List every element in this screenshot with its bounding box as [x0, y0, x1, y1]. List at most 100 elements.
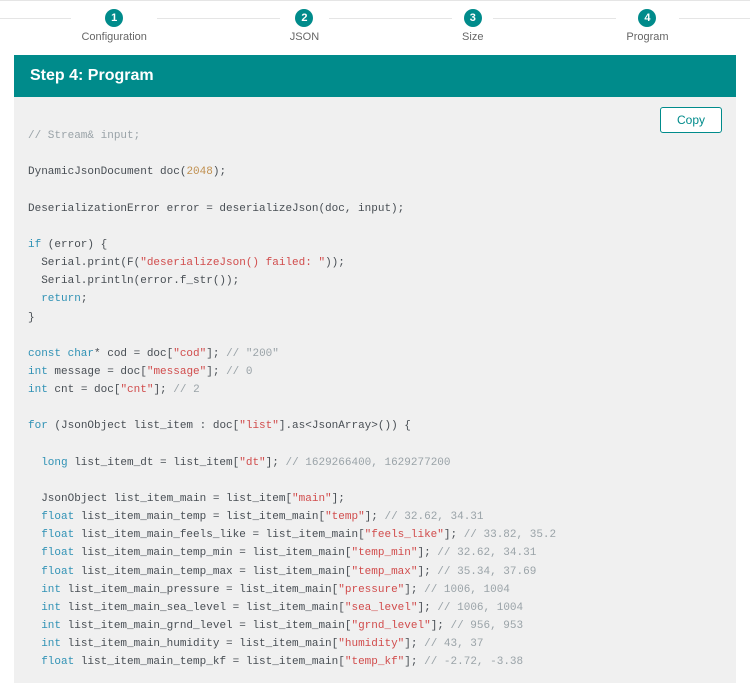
code-text: DynamicJsonDocument doc( [28, 166, 186, 178]
code-text: DeserializationError error = deserialize… [28, 203, 404, 215]
code-text: ]; [444, 529, 464, 541]
code-text: list_item_main_grnd_level = list_item_ma… [61, 620, 351, 632]
step-label: Program [626, 31, 668, 43]
panel-title: Step 4: Program [14, 55, 736, 97]
code-text: ]; [365, 511, 385, 523]
code-comment: // 43, 37 [424, 638, 483, 650]
code-string: "temp_min" [351, 547, 417, 559]
code-keyword: int [28, 602, 61, 614]
step-program[interactable]: 4 Program [616, 9, 678, 43]
code-comment: // 32.62, 34.31 [437, 547, 536, 559]
code-text: list_item_dt = list_item[ [68, 457, 240, 469]
code-string: "temp_max" [351, 566, 417, 578]
code-comment: // 33.82, 35.2 [464, 529, 556, 541]
code-text: ]; [417, 566, 437, 578]
code-text: )); [325, 257, 345, 269]
code-text: ]; [417, 547, 437, 559]
code-keyword: int [28, 620, 61, 632]
step-number: 2 [295, 9, 313, 27]
step-label: Size [462, 31, 483, 43]
code-text: ]; [404, 638, 424, 650]
code-string: "temp_kf" [345, 656, 404, 668]
code-keyword: long [28, 457, 68, 469]
code-text: ]; [404, 584, 424, 596]
code-string: "humidity" [338, 638, 404, 650]
code-keyword: float [28, 656, 74, 668]
code-text: (JsonObject list_item : doc[ [48, 420, 239, 432]
code-text: ]; [206, 366, 226, 378]
code-keyword: const char [28, 348, 94, 360]
step-size[interactable]: 3 Size [452, 9, 493, 43]
step-label: Configuration [81, 31, 146, 43]
code-text: list_item_main_pressure = list_item_main… [61, 584, 338, 596]
code-text: (error) { [41, 239, 107, 251]
step-number: 1 [105, 9, 123, 27]
code-text: ]; [153, 384, 173, 396]
code-keyword: for [28, 420, 48, 432]
code-text: Serial.println(error.f_str()); [28, 275, 239, 287]
code-keyword: return [28, 293, 81, 305]
code-comment: // 35.34, 37.69 [437, 566, 536, 578]
step-json[interactable]: 2 JSON [280, 9, 329, 43]
code-string: "main" [292, 493, 332, 505]
stepper: 1 Configuration 2 JSON 3 Size 4 Program [0, 0, 750, 55]
code-comment: // 956, 953 [451, 620, 524, 632]
code-comment: // "200" [226, 348, 279, 360]
step-number: 4 [638, 9, 656, 27]
code-text: * cod = doc[ [94, 348, 173, 360]
code-text: ]; [266, 457, 286, 469]
code-text: list_item_main_sea_level = list_item_mai… [61, 602, 345, 614]
code-string: "cod" [173, 348, 206, 360]
code-keyword: int [28, 638, 61, 650]
code-comment: // 32.62, 34.31 [384, 511, 483, 523]
code-text: list_item_main_humidity = list_item_main… [61, 638, 338, 650]
code-text: list_item_main_temp_max = list_item_main… [74, 566, 351, 578]
code-comment: // 2 [173, 384, 199, 396]
code-string: "message" [147, 366, 206, 378]
code-comment: // 1006, 1004 [424, 584, 510, 596]
code-text: message = doc[ [48, 366, 147, 378]
code-string: "list" [239, 420, 279, 432]
code-keyword: float [28, 529, 74, 541]
code-keyword: float [28, 547, 74, 559]
code-text: list_item_main_temp = list_item_main[ [74, 511, 325, 523]
copy-button[interactable]: Copy [660, 107, 722, 133]
step-configuration[interactable]: 1 Configuration [71, 9, 156, 43]
code-comment: // 1006, 1004 [437, 602, 523, 614]
code-string: "pressure" [338, 584, 404, 596]
code-text: ]; [332, 493, 345, 505]
code-string: "dt" [239, 457, 265, 469]
code-text: ]; [418, 602, 438, 614]
code-keyword: float [28, 511, 74, 523]
code-comment: // 0 [226, 366, 252, 378]
code-number: 2048 [186, 166, 212, 178]
step-number: 3 [464, 9, 482, 27]
code-text: list_item_main_temp_kf = list_item_main[ [74, 656, 345, 668]
code-text: ]; [404, 656, 424, 668]
code-text: ]; [431, 620, 451, 632]
code-text: list_item_main_feels_like = list_item_ma… [74, 529, 364, 541]
code-text: ; [81, 293, 88, 305]
code-string: "temp" [325, 511, 365, 523]
step-label: JSON [290, 31, 319, 43]
code-keyword: int [28, 384, 48, 396]
code-text: ); [213, 166, 226, 178]
code-keyword: float [28, 566, 74, 578]
code-text: ].as<JsonArray>()) { [279, 420, 411, 432]
code-comment: // 1629266400, 1629277200 [285, 457, 450, 469]
code-text: cnt = doc[ [48, 384, 121, 396]
code-keyword: int [28, 366, 48, 378]
code-text: JsonObject list_item_main = list_item[ [28, 493, 292, 505]
code-text: } [28, 312, 35, 324]
code-comment: // Stream& input; [28, 130, 140, 142]
code-block: Copy // Stream& input; DynamicJsonDocumen… [14, 97, 736, 683]
code-text: Serial.print(F( [28, 257, 140, 269]
code-comment: // -2.72, -3.38 [424, 656, 523, 668]
code-string: "sea_level" [345, 602, 418, 614]
code-string: "grnd_level" [351, 620, 430, 632]
code-string: "feels_like" [365, 529, 444, 541]
code-string: "cnt" [120, 384, 153, 396]
code-keyword: int [28, 584, 61, 596]
code-text: ]; [206, 348, 226, 360]
program-panel: Step 4: Program Copy // Stream& input; Dy… [14, 55, 736, 683]
